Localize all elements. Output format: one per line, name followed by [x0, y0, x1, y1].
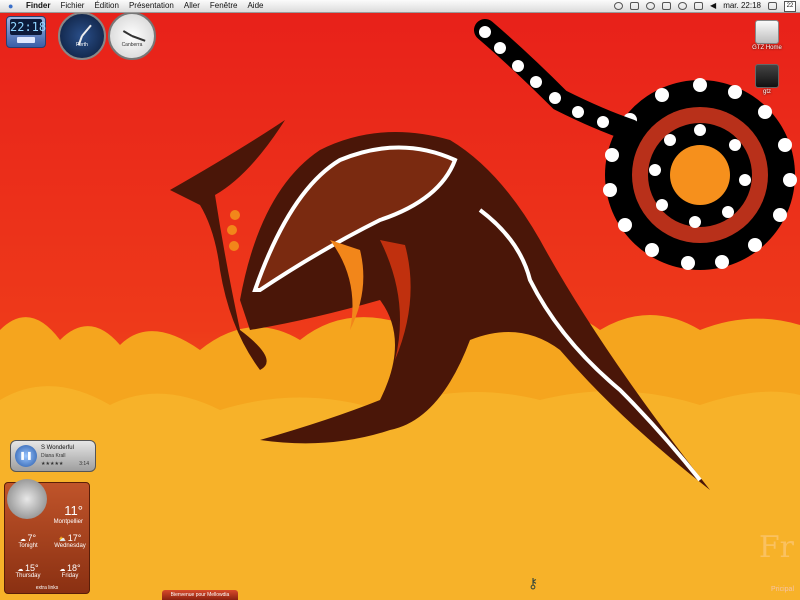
menu-aide[interactable]: Aide	[247, 0, 263, 12]
weather-city: Montpellier	[53, 519, 83, 525]
forecast-day: Friday	[61, 573, 79, 579]
clock-hand	[131, 35, 146, 42]
menu-app-name[interactable]: Finder	[26, 0, 50, 12]
forecast-temp: 7°	[27, 533, 37, 543]
world-clock-city: Perth	[76, 42, 88, 48]
moon-icon	[7, 479, 47, 519]
sync-icon[interactable]	[614, 2, 624, 10]
weather-current-temp: 11°	[64, 503, 83, 518]
bluetooth-icon[interactable]	[646, 2, 656, 10]
itunes-rating[interactable]: ★★★★★	[41, 461, 63, 467]
forecast-friday: ☁ 18° Friday	[51, 563, 89, 579]
hard-drive-icon	[755, 20, 779, 44]
menu-bar: ● Finder Fichier Édition Présentation Al…	[0, 0, 800, 13]
forecast-thursday: ☁ 15° Thursday	[9, 563, 47, 579]
world-clock-city: Canberra	[121, 42, 143, 48]
desktop-icon-label: GTZ Home	[752, 45, 782, 51]
world-clock-perth[interactable]: Perth	[58, 12, 106, 60]
volume-icon[interactable]: ◀	[710, 0, 716, 12]
digital-clock-time: 22:18	[10, 19, 47, 35]
menu-clock[interactable]: mar. 22:18	[723, 0, 761, 12]
display-icon[interactable]	[630, 2, 640, 10]
menu-items: Finder Fichier Édition Présentation Alle…	[26, 0, 263, 12]
apple-menu-icon[interactable]: ●	[8, 0, 13, 12]
itunes-track-title: S Wonderful	[41, 445, 74, 451]
battery-icon[interactable]	[694, 2, 704, 10]
wifi-icon[interactable]	[662, 2, 672, 10]
digital-clock-widget[interactable]: 22:18	[6, 16, 46, 48]
minimized-window-tab[interactable]: Bienvenue pour Mellowdia	[162, 590, 238, 600]
forecast-temp: 17°	[67, 533, 82, 543]
clock-hand	[122, 30, 133, 37]
menu-edition[interactable]: Édition	[94, 0, 118, 12]
forecast-temp: 18°	[67, 563, 81, 573]
desktop-icon-gtz[interactable]: gtz	[742, 64, 792, 95]
menu-fichier[interactable]: Fichier	[60, 0, 84, 12]
menu-aller[interactable]: Aller	[184, 0, 200, 12]
weather-extra-links[interactable]: extra links	[5, 585, 89, 591]
menu-presentation[interactable]: Présentation	[129, 0, 174, 12]
forecast-day: Thursday	[15, 573, 41, 579]
forecast-tonight: ☁ 7° Tonight	[9, 533, 47, 549]
itunes-artist: Diana Krall	[41, 453, 66, 459]
forecast-wednesday: ⛅ 17° Wednesday	[51, 533, 89, 549]
user-icon[interactable]	[768, 2, 777, 10]
forecast-day: Tonight	[18, 543, 38, 549]
workspace-label: Pricipal	[771, 586, 794, 593]
play-pause-icon[interactable]: ❚❚	[15, 445, 37, 467]
itunes-widget[interactable]: ❚❚ S Wonderful Diana Krall ★★★★★ 3:14	[10, 440, 96, 472]
menu-extras: ◀ mar. 22:18 22	[614, 0, 796, 12]
forecast-temp: 15°	[25, 563, 39, 573]
weather-widget[interactable]: 11° Montpellier ☁ 7° Tonight ⛅ 17° Wedne…	[4, 479, 90, 594]
forecast-day: Wednesday	[54, 543, 86, 549]
desktop-icon-label: gtz	[762, 89, 771, 95]
desktop-wallpaper	[0, 0, 800, 600]
clock-hand	[81, 24, 92, 37]
menu-fenetre[interactable]: Fenêtre	[210, 0, 238, 12]
itunes-track-length: 3:14	[79, 461, 89, 467]
clock-base	[17, 37, 35, 43]
wallpaper-signature: Fr	[758, 530, 794, 565]
external-drive-icon	[755, 64, 779, 88]
keychain-icon[interactable]: ⚷	[522, 572, 544, 594]
desktop-icon-gtz-home[interactable]: GTZ Home	[742, 20, 792, 51]
world-clock-canberra[interactable]: Canberra	[108, 12, 156, 60]
spinner-icon[interactable]	[678, 2, 688, 10]
calendar-icon[interactable]: 22	[784, 0, 796, 12]
